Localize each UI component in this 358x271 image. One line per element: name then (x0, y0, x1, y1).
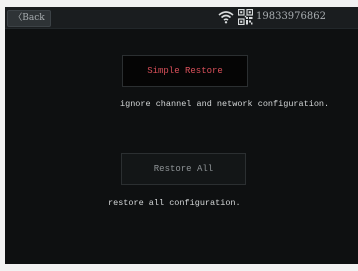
simple-restore-button[interactable]: Simple Restore (122, 55, 248, 87)
restore-all-description: restore all configuration. (108, 198, 241, 208)
top-status-bar: 〈Back 19833976862 (5, 7, 358, 29)
qr-code-icon[interactable] (238, 9, 253, 25)
device-screen: 〈Back 19833976862 Simple Restore ignore … (5, 7, 358, 264)
restore-all-button[interactable]: Restore All (121, 153, 246, 185)
simple-restore-description: ignore channel and network configuration… (120, 99, 330, 109)
wifi-icon (218, 11, 234, 24)
device-phone-number: 19833976862 (256, 11, 326, 22)
back-button[interactable]: 〈Back (7, 10, 51, 27)
